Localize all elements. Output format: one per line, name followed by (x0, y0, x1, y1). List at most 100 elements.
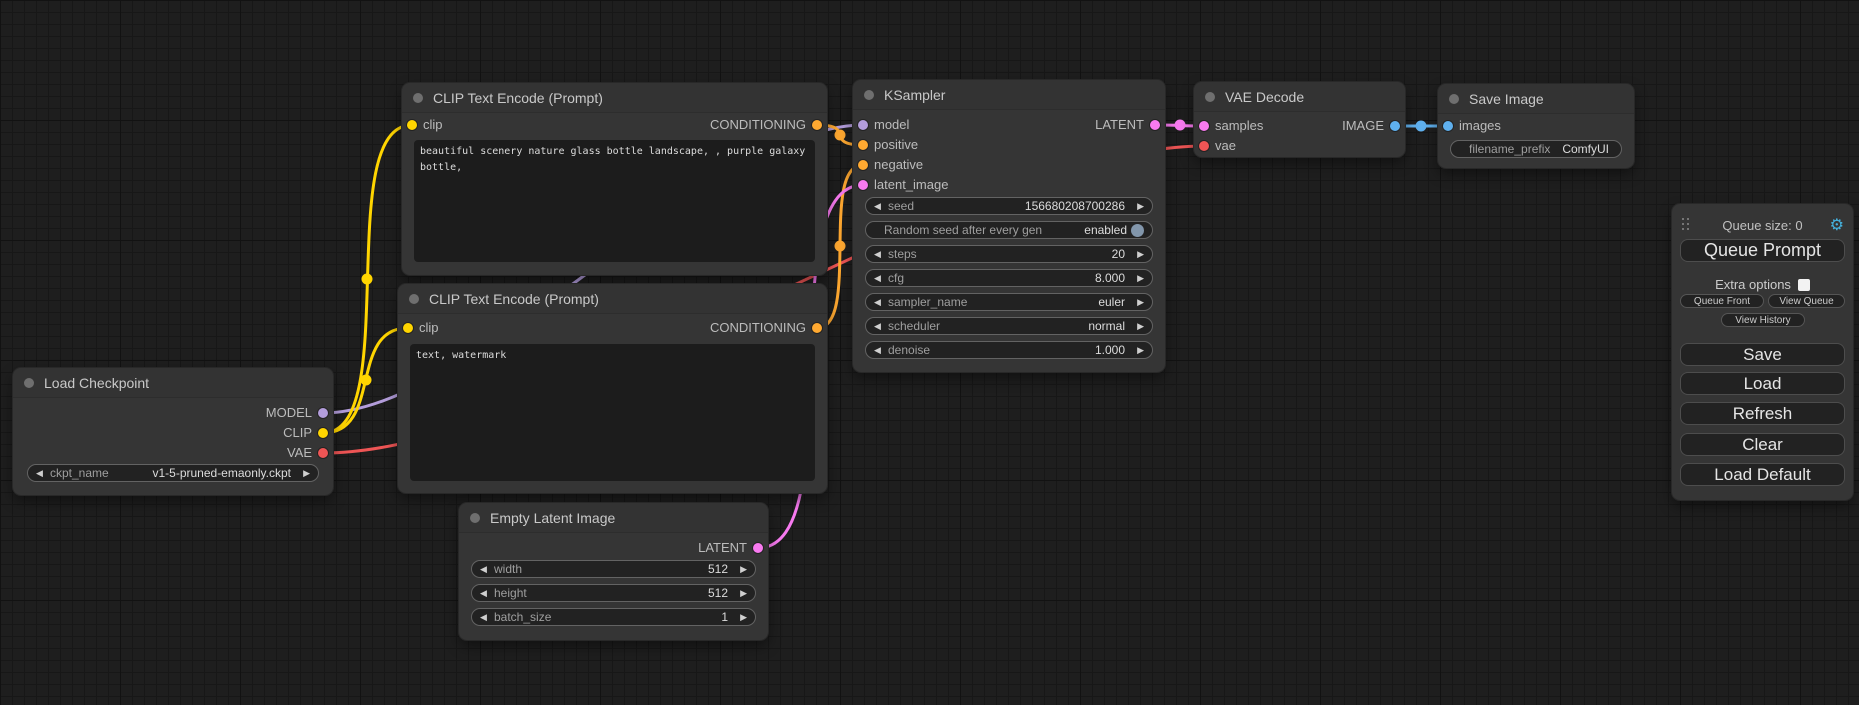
node-title: KSampler (884, 87, 945, 103)
collapse-dot-icon[interactable] (864, 90, 874, 100)
latent-output-dot[interactable] (753, 543, 763, 553)
image-output-dot[interactable] (1390, 121, 1400, 131)
increment-icon[interactable]: ▶ (1133, 294, 1144, 310)
link-center-dot[interactable] (835, 241, 846, 252)
increment-icon[interactable]: ▶ (1133, 198, 1144, 214)
queue-front-button[interactable]: Queue Front (1680, 294, 1764, 308)
collapse-dot-icon[interactable] (24, 378, 34, 388)
vae-input-dot[interactable] (1199, 141, 1209, 151)
negative-input-dot[interactable] (858, 160, 868, 170)
positive-input-dot[interactable] (858, 140, 868, 150)
comfyui-canvas[interactable]: { "colors": { "model": "#b39ddb", "clip"… (0, 0, 1859, 705)
model-input-dot[interactable] (858, 120, 868, 130)
decrement-icon[interactable]: ◀ (874, 318, 885, 334)
decrement-icon[interactable]: ◀ (874, 246, 885, 262)
output-slot-clip: CLIP (283, 426, 328, 440)
settings-gear-icon[interactable]: ⚙ (1830, 215, 1844, 235)
node-title: Empty Latent Image (490, 510, 615, 526)
clip-output-dot[interactable] (318, 428, 328, 438)
node-clip-text-encode-positive[interactable]: CLIP Text Encode (Prompt) clip CONDITION… (402, 83, 827, 275)
save-button[interactable]: Save (1680, 343, 1845, 366)
latent-image-input-dot[interactable] (858, 180, 868, 190)
node-empty-latent-image[interactable]: Empty Latent Image LATENT ◀ width 512 ▶ … (459, 503, 768, 640)
increment-icon[interactable]: ▶ (736, 609, 747, 625)
vae-output-dot[interactable] (318, 448, 328, 458)
decrement-icon[interactable]: ◀ (480, 585, 491, 601)
node-titlebar[interactable]: VAE Decode (1194, 82, 1405, 112)
increment-icon[interactable]: ▶ (1133, 246, 1144, 262)
node-load-checkpoint[interactable]: Load Checkpoint MODEL CLIP VAE ◀ ckpt_na… (13, 368, 333, 495)
decrement-icon[interactable]: ◀ (480, 609, 491, 625)
decrement-icon[interactable]: ◀ (874, 342, 885, 358)
view-history-button[interactable]: View History (1721, 313, 1805, 327)
widget-height[interactable]: ◀ height 512 ▶ (471, 584, 756, 602)
model-output-dot[interactable] (318, 408, 328, 418)
widget-steps[interactable]: ◀ steps 20 ▶ (865, 245, 1153, 263)
node-clip-text-encode-negative[interactable]: CLIP Text Encode (Prompt) clip CONDITION… (398, 284, 827, 493)
input-slot-positive: positive (858, 138, 918, 152)
node-save-image[interactable]: Save Image images filename_prefix ComfyU… (1438, 84, 1634, 168)
node-titlebar[interactable]: Load Checkpoint (13, 368, 333, 398)
queue-prompt-button[interactable]: Queue Prompt (1680, 239, 1845, 262)
widget-filename-prefix[interactable]: filename_prefix ComfyUI (1450, 140, 1622, 158)
increment-icon[interactable]: ▶ (736, 561, 747, 577)
prompt-textarea[interactable]: beautiful scenery nature glass bottle la… (414, 140, 815, 262)
collapse-dot-icon[interactable] (409, 294, 419, 304)
widget-ckpt-name[interactable]: ◀ ckpt_name v1-5-pruned-emaonly.ckpt ▶ (27, 464, 319, 482)
link-center-dot[interactable] (361, 375, 372, 386)
widget-denoise[interactable]: ◀ denoise 1.000 ▶ (865, 341, 1153, 359)
link-center-dot[interactable] (362, 274, 373, 285)
link-center-dot[interactable] (1175, 120, 1186, 131)
widget-cfg[interactable]: ◀ cfg 8.000 ▶ (865, 269, 1153, 287)
samples-input-dot[interactable] (1199, 121, 1209, 131)
decrement-icon[interactable]: ◀ (874, 270, 885, 286)
increment-icon[interactable]: ▶ (1133, 318, 1144, 334)
collapse-dot-icon[interactable] (1449, 94, 1459, 104)
toggle-icon[interactable] (1131, 224, 1144, 237)
widget-width[interactable]: ◀ width 512 ▶ (471, 560, 756, 578)
conditioning-output-dot[interactable] (812, 323, 822, 333)
increment-icon[interactable]: ▶ (299, 465, 310, 481)
extra-options-checkbox[interactable] (1798, 279, 1810, 291)
collapse-dot-icon[interactable] (1205, 92, 1215, 102)
decrement-icon[interactable]: ◀ (480, 561, 491, 577)
node-titlebar[interactable]: CLIP Text Encode (Prompt) (402, 83, 827, 113)
collapse-dot-icon[interactable] (413, 93, 423, 103)
prompt-textarea[interactable]: text, watermark (410, 344, 815, 481)
output-slot-latent: LATENT (1095, 118, 1160, 132)
link-center-dot[interactable] (1416, 121, 1427, 132)
widget-random-seed[interactable]: Random seed after every gen enabled (865, 221, 1153, 239)
widget-sampler-name[interactable]: ◀ sampler_name euler ▶ (865, 293, 1153, 311)
link-center-dot[interactable] (835, 130, 846, 141)
clip-input-dot[interactable] (407, 120, 417, 130)
node-titlebar[interactable]: Save Image (1438, 84, 1634, 114)
node-titlebar[interactable]: Empty Latent Image (459, 503, 768, 533)
increment-icon[interactable]: ▶ (1133, 270, 1144, 286)
load-button[interactable]: Load (1680, 372, 1845, 395)
decrement-icon[interactable]: ◀ (36, 465, 47, 481)
node-titlebar[interactable]: KSampler (853, 80, 1165, 110)
clear-button[interactable]: Clear (1680, 433, 1845, 456)
images-input-dot[interactable] (1443, 121, 1453, 131)
node-title: CLIP Text Encode (Prompt) (429, 291, 599, 307)
node-titlebar[interactable]: CLIP Text Encode (Prompt) (398, 284, 827, 314)
widget-batch-size[interactable]: ◀ batch_size 1 ▶ (471, 608, 756, 626)
refresh-button[interactable]: Refresh (1680, 402, 1845, 425)
decrement-icon[interactable]: ◀ (874, 198, 885, 214)
increment-icon[interactable]: ▶ (1133, 342, 1144, 358)
increment-icon[interactable]: ▶ (736, 585, 747, 601)
view-queue-button[interactable]: View Queue (1768, 294, 1845, 308)
node-vae-decode[interactable]: VAE Decode samples vae IMAGE (1194, 82, 1405, 157)
widget-seed[interactable]: ◀ seed 156680208700286 ▶ (865, 197, 1153, 215)
conditioning-output-dot[interactable] (812, 120, 822, 130)
input-slot-latent-image: latent_image (858, 178, 948, 192)
extra-options-label: Extra options (1715, 277, 1791, 292)
load-default-button[interactable]: Load Default (1680, 463, 1845, 486)
widget-scheduler[interactable]: ◀ scheduler normal ▶ (865, 317, 1153, 335)
decrement-icon[interactable]: ◀ (874, 294, 885, 310)
clip-input-dot[interactable] (403, 323, 413, 333)
collapse-dot-icon[interactable] (470, 513, 480, 523)
node-ksampler[interactable]: KSampler model positive negative latent_… (853, 80, 1165, 372)
latent-output-dot[interactable] (1150, 120, 1160, 130)
input-slot-negative: negative (858, 158, 923, 172)
